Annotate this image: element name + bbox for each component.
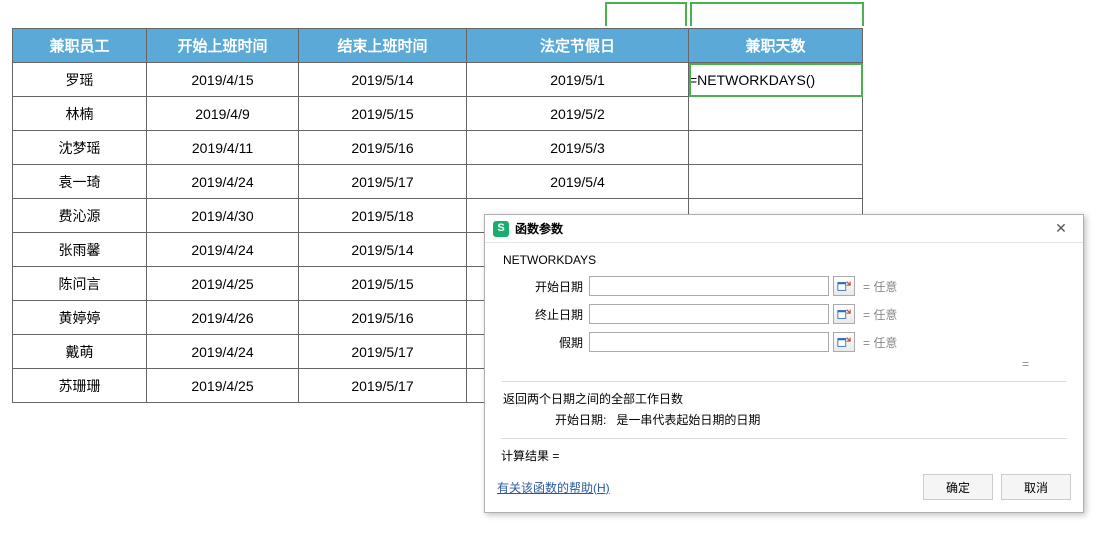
cell-start[interactable]: 2019/4/11 [147, 131, 299, 165]
cell-end[interactable]: 2019/5/17 [299, 335, 467, 369]
cell-days[interactable]: =NETWORKDAYS() [689, 63, 863, 97]
cell-days[interactable] [689, 165, 863, 199]
cell-end[interactable]: 2019/5/16 [299, 131, 467, 165]
cell-employee[interactable]: 沈梦瑶 [13, 131, 147, 165]
cell-employee[interactable]: 戴萌 [13, 335, 147, 369]
cell-start[interactable]: 2019/4/24 [147, 335, 299, 369]
cell-end[interactable]: 2019/5/16 [299, 301, 467, 335]
table-row: 林楠2019/4/92019/5/152019/5/2 [13, 97, 863, 131]
param-input[interactable] [589, 304, 829, 324]
cell-start[interactable]: 2019/4/26 [147, 301, 299, 335]
param-description-label: 开始日期: [555, 413, 606, 427]
param-description: 开始日期: 是一串代表起始日期的日期 [555, 411, 1069, 428]
cell-start[interactable]: 2019/4/9 [147, 97, 299, 131]
ok-button[interactable]: 确定 [923, 474, 993, 500]
param-row: 假期 = 任意 [499, 329, 1069, 355]
function-description: 返回两个日期之间的全部工作日数 [503, 390, 1069, 407]
header-start: 开始上班时间 [147, 29, 299, 63]
param-label: 假期 [499, 334, 589, 351]
header-employee: 兼职员工 [13, 29, 147, 63]
param-row: 终止日期 = 任意 [499, 301, 1069, 327]
function-args-dialog: S 函数参数 ✕ NETWORKDAYS 开始日期= 任意终止日期= 任意假期=… [484, 214, 1084, 513]
column-indicator-days [690, 2, 864, 26]
param-label: 开始日期 [499, 278, 589, 295]
function-name: NETWORKDAYS [503, 253, 1069, 267]
cell-holiday[interactable]: 2019/5/4 [467, 165, 689, 199]
result-mid-equals: = [499, 357, 1069, 371]
cell-employee[interactable]: 林楠 [13, 97, 147, 131]
param-row: 开始日期 = 任意 [499, 273, 1069, 299]
cell-end[interactable]: 2019/5/17 [299, 369, 467, 403]
cell-employee[interactable]: 罗瑶 [13, 63, 147, 97]
cell-start[interactable]: 2019/4/24 [147, 233, 299, 267]
param-preview: = 任意 [863, 278, 897, 295]
header-holiday: 法定节假日 [467, 29, 689, 63]
dialog-title: 函数参数 [515, 220, 1047, 237]
cell-end[interactable]: 2019/5/14 [299, 233, 467, 267]
cell-holiday[interactable]: 2019/5/3 [467, 131, 689, 165]
cell-employee[interactable]: 袁一琦 [13, 165, 147, 199]
cell-days[interactable] [689, 97, 863, 131]
range-selector-icon[interactable] [833, 332, 855, 352]
divider [501, 438, 1067, 439]
table-row: 沈梦瑶2019/4/112019/5/162019/5/3 [13, 131, 863, 165]
cell-employee[interactable]: 黄婷婷 [13, 301, 147, 335]
divider [501, 381, 1067, 382]
cell-employee[interactable]: 陈问言 [13, 267, 147, 301]
cell-end[interactable]: 2019/5/14 [299, 63, 467, 97]
app-icon: S [493, 221, 509, 237]
param-input[interactable] [589, 332, 829, 352]
cell-holiday[interactable]: 2019/5/1 [467, 63, 689, 97]
cell-employee[interactable]: 苏珊珊 [13, 369, 147, 403]
cell-end[interactable]: 2019/5/18 [299, 199, 467, 233]
cell-end[interactable]: 2019/5/17 [299, 165, 467, 199]
range-selector-icon[interactable] [833, 304, 855, 324]
header-days: 兼职天数 [689, 29, 863, 63]
header-end: 结束上班时间 [299, 29, 467, 63]
param-preview: = 任意 [863, 306, 897, 323]
cancel-button[interactable]: 取消 [1001, 474, 1071, 500]
dialog-titlebar[interactable]: S 函数参数 ✕ [485, 215, 1083, 243]
param-description-text: 是一串代表起始日期的日期 [616, 413, 760, 427]
param-input[interactable] [589, 276, 829, 296]
cell-holiday[interactable]: 2019/5/2 [467, 97, 689, 131]
cell-start[interactable]: 2019/4/25 [147, 369, 299, 403]
calc-result: 计算结果 = [501, 447, 1069, 464]
cell-start[interactable]: 2019/4/25 [147, 267, 299, 301]
cell-start[interactable]: 2019/4/24 [147, 165, 299, 199]
column-indicator-holiday [605, 2, 687, 26]
table-row: 罗瑶2019/4/152019/5/142019/5/1=NETWORKDAYS… [13, 63, 863, 97]
cell-end[interactable]: 2019/5/15 [299, 267, 467, 301]
cell-start[interactable]: 2019/4/30 [147, 199, 299, 233]
param-label: 终止日期 [499, 306, 589, 323]
cell-employee[interactable]: 费沁源 [13, 199, 147, 233]
cell-employee[interactable]: 张雨馨 [13, 233, 147, 267]
cell-start[interactable]: 2019/4/15 [147, 63, 299, 97]
table-row: 袁一琦2019/4/242019/5/172019/5/4 [13, 165, 863, 199]
help-link[interactable]: 有关该函数的帮助(H) [497, 479, 915, 496]
param-preview: = 任意 [863, 334, 897, 351]
cell-end[interactable]: 2019/5/15 [299, 97, 467, 131]
cell-days[interactable] [689, 131, 863, 165]
close-icon[interactable]: ✕ [1047, 219, 1075, 239]
range-selector-icon[interactable] [833, 276, 855, 296]
